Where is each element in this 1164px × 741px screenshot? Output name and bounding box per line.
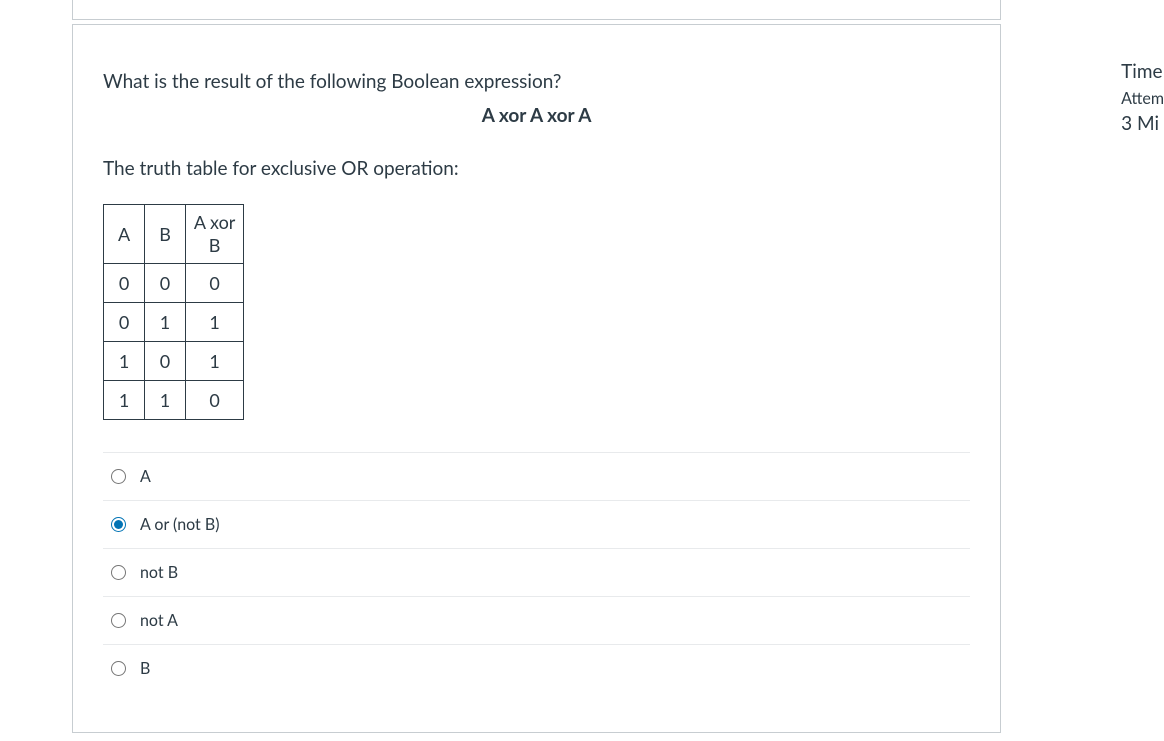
truth-table: A B A xor B 0 0 0 0 <box>103 204 244 421</box>
table-row: 0 0 0 <box>104 264 244 303</box>
answer-radio[interactable] <box>111 613 126 628</box>
answer-radio[interactable] <box>111 565 126 580</box>
answer-label: not B <box>140 563 178 582</box>
answer-label: A <box>140 467 151 486</box>
table-cell: 1 <box>104 342 145 381</box>
table-row: 1 0 1 <box>104 342 244 381</box>
answer-radio[interactable] <box>111 469 126 484</box>
table-cell: 1 <box>185 303 244 342</box>
answer-option-b[interactable]: B <box>103 644 970 692</box>
answer-option-not-a[interactable]: not A <box>103 596 970 644</box>
sidebar-attempt-label: Attem <box>1121 89 1164 108</box>
table-cell: 0 <box>145 342 186 381</box>
table-row: 1 1 0 <box>104 381 244 420</box>
answer-option-not-b[interactable]: not B <box>103 548 970 596</box>
question-body: What is the result of the following Bool… <box>72 24 1001 733</box>
question-panel: What is the result of the following Bool… <box>0 0 1003 733</box>
answer-option-a-or-not-b[interactable]: A or (not B) <box>103 500 970 548</box>
table-cell: 0 <box>185 264 244 303</box>
answer-option-a[interactable]: A <box>103 452 970 500</box>
table-cell: 1 <box>104 381 145 420</box>
table-header-axorb-line2: B <box>194 234 236 257</box>
table-header-axorb-line1: A xor <box>194 211 236 234</box>
question-header-bar <box>72 0 1001 20</box>
answer-label: A or (not B) <box>140 515 220 534</box>
table-cell: 0 <box>185 381 244 420</box>
sidebar: Time Attem 3 Mi <box>1003 0 1164 135</box>
table-cell: 1 <box>185 342 244 381</box>
table-header-a: A <box>104 204 145 264</box>
truth-table-label: The truth table for exclusive OR operati… <box>103 157 970 180</box>
answer-label: not A <box>140 611 178 630</box>
table-header-b: B <box>145 204 186 264</box>
sidebar-time-label: Time <box>1121 60 1164 83</box>
question-prompt: What is the result of the following Bool… <box>103 69 970 96</box>
answer-label: B <box>140 659 150 678</box>
answer-radio[interactable] <box>111 661 126 676</box>
sidebar-time-remaining: 3 Mi <box>1121 112 1164 135</box>
table-cell: 0 <box>145 264 186 303</box>
answer-list: A A or (not B) not B not A B <box>103 452 970 692</box>
table-header-axorb: A xor B <box>185 204 244 264</box>
table-cell: 1 <box>145 381 186 420</box>
table-cell: 0 <box>104 264 145 303</box>
answer-radio[interactable] <box>111 517 126 532</box>
table-header-row: A B A xor B <box>104 204 244 264</box>
table-cell: 1 <box>145 303 186 342</box>
question-expression: A xor A xor A <box>103 104 970 127</box>
table-row: 0 1 1 <box>104 303 244 342</box>
table-cell: 0 <box>104 303 145 342</box>
